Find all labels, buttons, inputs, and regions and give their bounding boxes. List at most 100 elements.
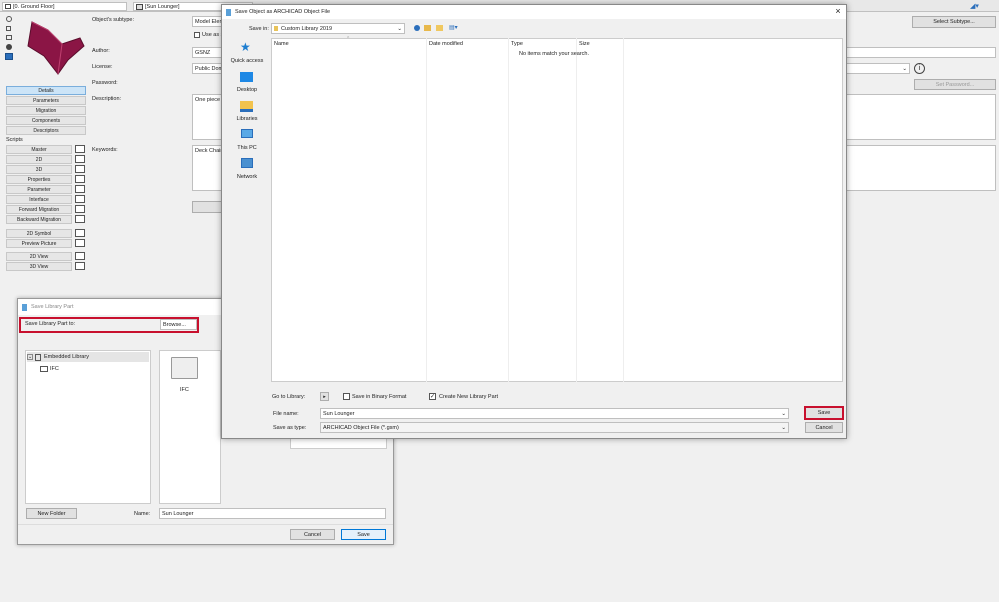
star-icon: ★ [240,40,251,54]
window-icon[interactable] [75,239,85,247]
binary-format-checkbox[interactable] [343,393,350,400]
column-size[interactable]: Size [579,41,590,47]
save-type-label: Save as type: [273,425,307,431]
license-select[interactable]: ⌄ [846,63,910,74]
window-icon[interactable] [75,229,85,237]
column-name[interactable]: Name [274,41,289,47]
tree-root-row[interactable]: ⌄ Embedded Library [27,352,149,362]
use-as-checkbox[interactable] [194,32,200,38]
floor-plan-icon [5,4,11,9]
top-right-icon[interactable]: ◢▾ [970,2,990,10]
view-menu-icon[interactable]: ▤▾ [449,25,463,32]
window-icon[interactable] [75,252,85,260]
browse-dropdown[interactable]: Browse... [160,319,197,330]
save-button[interactable]: Save [804,406,844,420]
library-cancel-button[interactable]: Cancel [290,529,335,540]
sphere-icon[interactable] [6,44,12,50]
window-icon[interactable] [75,185,85,193]
nav-quick-access[interactable]: Quick access [227,58,267,64]
extra-3d-view[interactable]: 3D View [6,262,72,271]
save-in-dropdown[interactable]: Custom Library 2019 ⌄ [271,23,405,34]
scripts-heading: Scripts [6,137,23,143]
window-icon[interactable] [75,155,85,163]
create-new-checkbox[interactable]: ✓ [429,393,436,400]
name-field[interactable]: Sun Lounger [159,508,386,519]
window-icon[interactable] [75,145,85,153]
cancel-button[interactable]: Cancel [805,422,843,433]
save-to-label: Save Library Part to: [25,321,76,327]
script-3d[interactable]: 3D [6,165,72,174]
new-folder-button[interactable]: New Folder [26,508,77,519]
library-save-button[interactable]: Save [341,529,386,540]
script-interface[interactable]: Interface [6,195,72,204]
goto-library-button[interactable]: ▸ [320,392,329,401]
object-preview [27,21,85,75]
keywords-field-right[interactable] [846,145,996,191]
extra-2d-view[interactable]: 2D View [6,252,72,261]
nav-this-pc[interactable]: This PC [227,145,267,151]
column-divider [623,38,624,382]
password-label: Password: [92,80,118,86]
column-divider [576,38,577,382]
extra-2d-symbol[interactable]: 2D Symbol [6,229,72,238]
window-icon[interactable] [75,215,85,223]
view-tab[interactable]: [0. Ground Floor] [2,2,127,11]
window-icon[interactable] [75,205,85,213]
script-master[interactable]: Master [6,145,72,154]
sidebar-item-details[interactable]: Details [6,86,86,95]
create-new-label: Create New Library Part [439,394,498,400]
script-forward-migration[interactable]: Forward Migration [6,205,72,214]
chevron-down-icon: ⌄ [781,410,786,417]
window-icon[interactable] [75,165,85,173]
library-tree [25,350,151,504]
nav-libraries[interactable]: Libraries [227,116,267,122]
square-icon[interactable] [6,26,11,31]
tree-child-row[interactable]: IFC [40,364,59,373]
up-folder-icon[interactable] [424,25,431,31]
file-name-value: Sun Lounger [323,410,355,417]
set-password-button[interactable]: Set Password... [914,79,996,90]
new-folder-icon[interactable] [436,25,443,31]
save-in-label: Save in: [249,26,269,32]
window-icon[interactable] [75,262,85,270]
film-icon[interactable] [5,53,13,60]
sidebar-item-descriptors[interactable]: Descriptors [6,126,86,135]
select-subtype-button[interactable]: Select Subtype... [912,16,996,28]
back-icon[interactable] [414,25,420,31]
tree-root-label: Embedded Library [44,354,89,360]
extra-preview-picture[interactable]: Preview Picture [6,239,72,248]
sidebar-item-parameters[interactable]: Parameters [6,96,86,105]
shape-icon[interactable] [6,35,12,40]
close-icon[interactable]: × [833,6,843,16]
author-field-right[interactable] [846,47,996,58]
chevron-down-icon: ⌄ [397,25,402,32]
column-date-modified[interactable]: Date modified [429,41,463,47]
info-icon[interactable]: i [914,63,925,74]
column-divider [426,38,427,382]
folder-icon [40,365,48,372]
sidebar-item-components[interactable]: Components [6,116,86,125]
view-tab-label: [0. Ground Floor] [13,3,55,10]
save-type-dropdown[interactable]: ARCHICAD Object File (*.gsm) ⌄ [320,422,789,433]
file-name-field[interactable]: Sun Lounger ⌄ [320,408,789,419]
window-icon[interactable] [75,195,85,203]
chevron-down-icon: ⌄ [781,424,786,431]
script-parameter[interactable]: Parameter [6,185,72,194]
nav-desktop[interactable]: Desktop [227,87,267,93]
column-type[interactable]: Type [511,41,523,47]
description-field-right[interactable] [846,94,996,140]
nav-network[interactable]: Network [227,174,267,180]
script-2d[interactable]: 2D [6,155,72,164]
save-dialog-title: Save Object as ARCHICAD Object File [235,9,331,15]
window-icon[interactable] [75,175,85,183]
tool-strip [5,15,15,71]
script-backward-migration[interactable]: Backward Migration [6,215,72,224]
library-dialog-footer [18,524,393,544]
goto-library-label: Go to Library: [272,394,306,400]
computer-icon [241,129,253,138]
library-dialog-title: Save Library Part [31,304,74,310]
large-folder-icon[interactable] [171,357,198,379]
pointer-icon[interactable] [6,16,12,22]
sidebar-item-migration[interactable]: Migration [6,106,86,115]
script-properties[interactable]: Properties [6,175,72,184]
